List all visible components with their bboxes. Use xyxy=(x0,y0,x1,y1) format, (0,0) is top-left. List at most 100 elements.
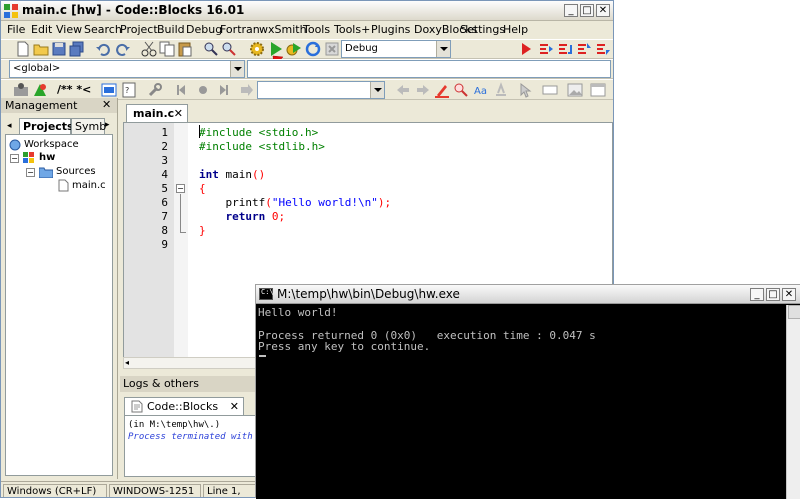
tree-project-hw[interactable]: hw xyxy=(39,152,55,163)
chevron-down-icon[interactable] xyxy=(370,82,384,98)
doxy-chm-icon[interactable]: ? xyxy=(121,82,137,98)
undo-icon[interactable] xyxy=(95,41,111,57)
paste-icon[interactable] xyxy=(177,41,193,57)
tab-scroll-right-icon[interactable]: ▸ xyxy=(105,120,110,130)
close-icon[interactable]: ✕ xyxy=(102,98,111,111)
debug-step-into-icon[interactable] xyxy=(576,41,592,57)
font-aa-icon[interactable]: Aa xyxy=(473,82,489,98)
doxy-html-icon[interactable] xyxy=(101,82,117,98)
menu-view[interactable]: View xyxy=(56,23,82,36)
collapse-toggle-icon[interactable]: − xyxy=(10,154,19,163)
maximize-button[interactable]: □ xyxy=(580,4,594,17)
console-output[interactable]: Hello world! Process returned 0 (0x0) ex… xyxy=(256,305,786,499)
open-folder-icon[interactable] xyxy=(33,41,49,57)
window-titlebar[interactable]: main.c [hw] - Code::Blocks 16.01 _ □ ✕ xyxy=(1,1,613,21)
doxy-wizard-icon[interactable] xyxy=(13,82,29,98)
function-select[interactable] xyxy=(247,60,611,78)
menu-search[interactable]: Search xyxy=(84,23,122,36)
menu-plugins[interactable]: Plugins xyxy=(371,23,410,36)
image-icon[interactable] xyxy=(567,82,583,98)
debug-next-line-icon[interactable] xyxy=(557,41,573,57)
code-line: #include <stdlib.h> xyxy=(199,140,325,153)
window-icon[interactable] xyxy=(590,82,606,98)
tab-codeblocks-log[interactable]: Code::Blocks ✕ xyxy=(124,397,244,415)
collapse-toggle-icon[interactable]: − xyxy=(26,168,35,177)
console-close-button[interactable]: ✕ xyxy=(782,288,796,301)
bookmark-next-icon[interactable] xyxy=(214,82,230,98)
menu-tools-plus[interactable]: Tools+ xyxy=(334,23,370,36)
abort-icon[interactable] xyxy=(324,41,340,57)
tab-main-c[interactable]: main.c ✕ xyxy=(126,104,188,122)
bookmark-prev-icon[interactable] xyxy=(175,82,191,98)
console-minimize-button[interactable]: _ xyxy=(750,288,764,301)
menu-project[interactable]: Project xyxy=(120,23,158,36)
new-file-icon[interactable] xyxy=(15,41,31,57)
redo-icon[interactable] xyxy=(115,41,131,57)
tree-workspace[interactable]: Workspace xyxy=(24,139,79,150)
logs-header: Logs & others xyxy=(120,376,258,392)
jump-icon[interactable] xyxy=(239,82,255,98)
line-number: 7 xyxy=(161,210,168,223)
tab-symbols[interactable]: Symb xyxy=(71,118,106,134)
menu-edit[interactable]: Edit xyxy=(31,23,52,36)
menu-build[interactable]: Build xyxy=(157,23,185,36)
fold-toggle-icon[interactable]: − xyxy=(176,184,185,193)
console-maximize-button[interactable]: □ xyxy=(766,288,780,301)
build-target-select[interactable]: Debug xyxy=(341,40,451,58)
scroll-left-icon[interactable]: ◂ xyxy=(125,358,129,367)
find-icon[interactable] xyxy=(203,41,219,57)
arrow-right-icon[interactable] xyxy=(415,82,431,98)
console-cursor xyxy=(259,355,266,357)
code-line: } xyxy=(199,224,206,237)
debug-step-out-icon[interactable] xyxy=(595,41,611,57)
menu-tools[interactable]: Tools xyxy=(303,23,330,36)
jump-select[interactable] xyxy=(257,81,385,99)
debug-run-to-cursor-icon[interactable] xyxy=(538,41,554,57)
select-pointer-icon[interactable] xyxy=(517,82,533,98)
menu-help[interactable]: Help xyxy=(503,23,528,36)
scroll-up-icon[interactable] xyxy=(788,305,800,319)
menu-file[interactable]: File xyxy=(7,23,25,36)
codeblocks-app-icon xyxy=(4,4,18,18)
tab-projects[interactable]: Projects xyxy=(19,118,74,134)
line-number: 8 xyxy=(161,224,168,237)
text-color-icon[interactable] xyxy=(493,82,509,98)
panel-toggle-icon[interactable] xyxy=(542,82,558,98)
tree-file-main-c[interactable]: main.c xyxy=(72,180,106,191)
replace-icon[interactable] xyxy=(221,41,237,57)
cut-icon[interactable] xyxy=(141,41,157,57)
copy-icon[interactable] xyxy=(159,41,175,57)
highlight-pen-icon[interactable] xyxy=(434,82,450,98)
save-all-icon[interactable] xyxy=(69,41,85,57)
log-line: Process terminated with xyxy=(128,432,253,442)
chevron-down-icon[interactable] xyxy=(230,61,244,77)
close-button[interactable]: ✕ xyxy=(596,4,610,17)
wrench-icon[interactable] xyxy=(147,82,163,98)
close-tab-icon[interactable]: ✕ xyxy=(230,400,239,413)
menu-debug[interactable]: Debug xyxy=(186,23,222,36)
build-gear-icon[interactable] xyxy=(249,41,265,57)
bookmark-toggle-icon[interactable] xyxy=(195,82,211,98)
scope-select[interactable]: <global> xyxy=(9,60,245,78)
tab-scroll-left-icon[interactable]: ◂ xyxy=(7,121,12,131)
close-tab-icon[interactable]: ✕ xyxy=(174,107,183,120)
rebuild-icon[interactable] xyxy=(305,41,321,57)
highlight-find-icon[interactable] xyxy=(453,82,469,98)
menu-fortran[interactable]: Fortran xyxy=(220,23,260,36)
save-icon[interactable] xyxy=(51,41,67,57)
management-tabs: ◂ Projects Symb ▸ xyxy=(5,118,113,134)
console-vertical-scrollbar[interactable] xyxy=(786,305,800,499)
fold-line xyxy=(180,232,186,233)
chevron-down-icon[interactable] xyxy=(436,41,450,57)
doxy-extract-icon[interactable] xyxy=(32,82,48,98)
console-window[interactable]: M:\temp\hw\bin\Debug\hw.exe _ □ ✕ Hello … xyxy=(255,284,800,499)
menu-settings[interactable]: Settings xyxy=(460,23,505,36)
tree-sources[interactable]: Sources xyxy=(56,166,96,177)
menu-wxsmith[interactable]: wxSmith xyxy=(259,23,307,36)
status-encoding: WINDOWS-1251 xyxy=(109,484,201,497)
console-titlebar[interactable]: M:\temp\hw\bin\Debug\hw.exe _ □ ✕ xyxy=(256,285,800,304)
debug-start-icon[interactable] xyxy=(518,41,534,57)
minimize-button[interactable]: _ xyxy=(564,4,578,17)
doxy-comment-label[interactable]: /** *< xyxy=(57,83,91,96)
arrow-left-icon[interactable] xyxy=(395,82,411,98)
